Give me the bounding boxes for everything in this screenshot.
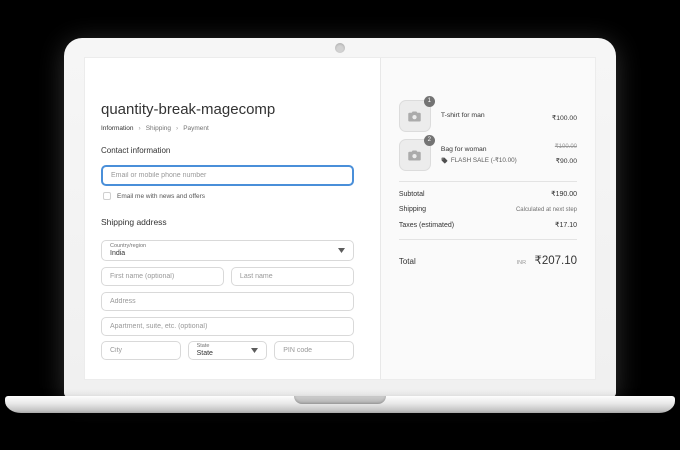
last-name-field[interactable] — [231, 267, 354, 286]
discount-row: FLASH SALE (-₹10.00) — [441, 157, 545, 164]
cart-item: 2 Bag for woman FLASH SALE (-₹10.00) ₹10… — [399, 139, 577, 171]
city-state-pin-row: State State — [101, 341, 354, 360]
product-price: ₹100.00 — [552, 115, 577, 122]
order-summary-pane: 1 T-shirt for man ₹100.00 2 — [380, 58, 595, 379]
total-currency: INR — [517, 260, 526, 266]
country-select-value: India — [110, 250, 338, 258]
product-name: Bag for woman — [441, 146, 545, 154]
quantity-badge: 2 — [424, 135, 435, 146]
newsletter-label: Email me with news and offers — [117, 193, 205, 200]
checkout-screen: quantity-break-magecomp Information › Sh… — [84, 57, 596, 380]
subtotal-value: ₹190.00 — [551, 190, 577, 198]
camera-icon — [407, 109, 422, 124]
cart-item: 1 T-shirt for man ₹100.00 — [399, 100, 577, 132]
taxes-label: Taxes (estimated) — [399, 222, 454, 229]
state-select-value: State — [197, 350, 252, 358]
product-thumbnail: 2 — [399, 139, 431, 171]
total-label: Total — [399, 257, 416, 266]
product-name: T-shirt for man — [441, 112, 542, 120]
newsletter-checkbox[interactable] — [103, 192, 111, 200]
camera-icon — [407, 148, 422, 163]
webcam-dot — [335, 43, 345, 53]
state-select[interactable]: State State — [188, 341, 268, 360]
product-original-price: ₹100.00 — [555, 143, 577, 150]
first-name-field[interactable] — [101, 267, 224, 286]
email-input[interactable] — [101, 165, 354, 186]
apartment-row — [101, 317, 354, 336]
breadcrumb-separator-icon: › — [139, 125, 141, 132]
chevron-down-icon — [251, 348, 258, 353]
taxes-value: ₹17.10 — [555, 221, 577, 229]
page-title: quantity-break-magecomp — [101, 102, 354, 118]
checkout-form-pane: quantity-break-magecomp Information › Sh… — [85, 58, 380, 379]
taxes-row: Taxes (estimated) ₹17.10 — [399, 221, 577, 229]
breadcrumb: Information › Shipping › Payment — [101, 125, 354, 132]
product-thumbnail: 1 — [399, 100, 431, 132]
summary-divider — [399, 181, 577, 182]
breadcrumb-payment[interactable]: Payment — [183, 125, 209, 132]
newsletter-optin-row: Email me with news and offers — [101, 192, 354, 200]
country-select[interactable]: Country/region India — [101, 240, 354, 261]
apartment-field[interactable] — [101, 317, 354, 336]
city-field[interactable] — [101, 341, 181, 360]
product-price: ₹90.00 — [556, 158, 577, 165]
laptop-base-notch — [294, 396, 386, 404]
name-fields-row — [101, 267, 354, 286]
shipping-value: Calculated at next step — [516, 207, 577, 213]
chevron-down-icon — [338, 248, 345, 253]
breadcrumb-separator-icon: › — [176, 125, 178, 132]
discount-label: FLASH SALE (-₹10.00) — [451, 157, 517, 164]
laptop-frame: quantity-break-magecomp Information › Sh… — [64, 38, 616, 397]
tag-icon — [441, 157, 448, 164]
shipping-address-heading: Shipping address — [101, 218, 354, 227]
subtotal-label: Subtotal — [399, 191, 425, 198]
total-row: Total INR ₹207.10 — [399, 251, 577, 269]
breadcrumb-shipping[interactable]: Shipping — [146, 125, 171, 132]
quantity-badge: 1 — [424, 96, 435, 107]
shipping-row: Shipping Calculated at next step — [399, 206, 577, 213]
address-field[interactable] — [101, 292, 354, 311]
total-value: ₹207.10 — [535, 255, 578, 267]
subtotal-row: Subtotal ₹190.00 — [399, 190, 577, 198]
breadcrumb-information[interactable]: Information — [101, 125, 134, 132]
pin-code-field[interactable] — [274, 341, 354, 360]
shipping-label: Shipping — [399, 206, 426, 213]
contact-information-heading: Contact information — [101, 146, 354, 155]
summary-divider — [399, 239, 577, 240]
laptop-base — [5, 396, 675, 413]
address-row — [101, 292, 354, 311]
